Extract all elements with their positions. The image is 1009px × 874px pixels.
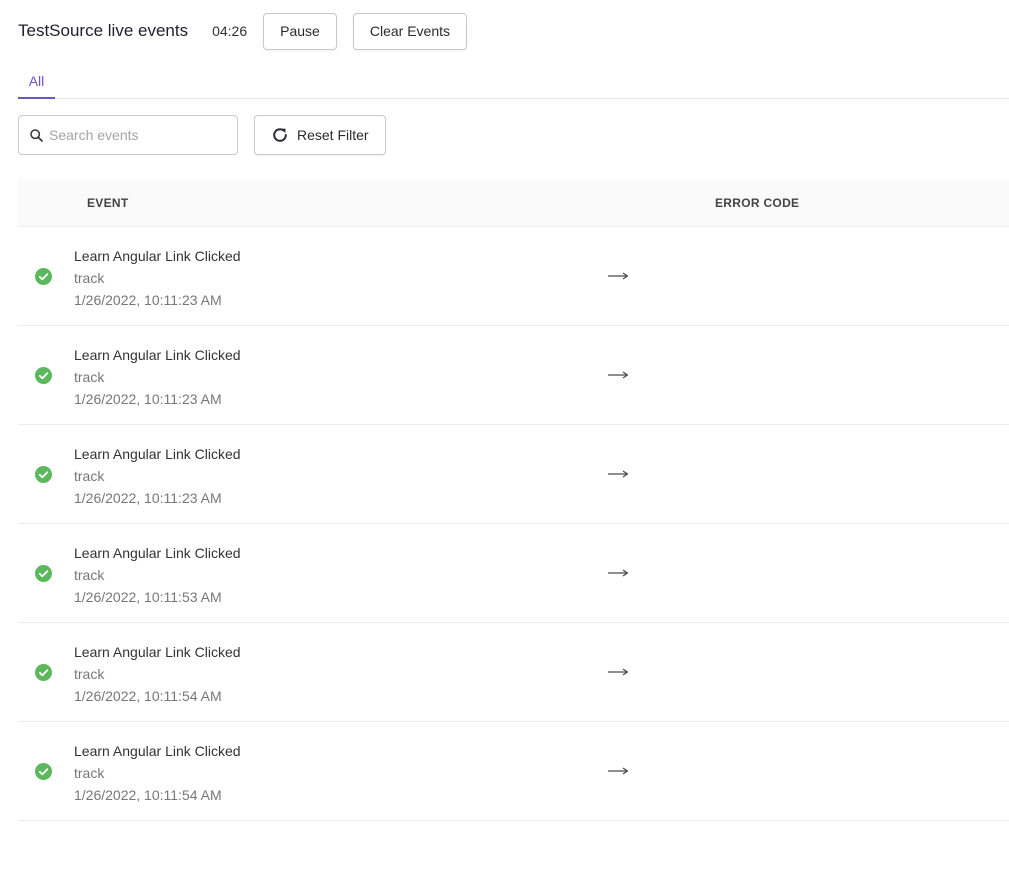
table-row[interactable]: Learn Angular Link Clicked track 1/26/20… (18, 722, 1009, 821)
table-header: EVENT ERROR CODE (18, 179, 1009, 227)
table-row[interactable]: Learn Angular Link Clicked track 1/26/20… (18, 623, 1009, 722)
event-cell: Learn Angular Link Clicked track 1/26/20… (74, 542, 241, 608)
event-timestamp: 1/26/2022, 10:11:53 AM (74, 589, 222, 605)
tab-all[interactable]: All (18, 66, 55, 99)
tab-bar: All (18, 66, 1009, 99)
search-input[interactable] (49, 127, 229, 143)
check-circle-icon (35, 367, 52, 384)
event-cell: Learn Angular Link Clicked track 1/26/20… (74, 740, 241, 806)
reset-filter-label: Reset Filter (297, 127, 369, 143)
reset-filter-button[interactable]: Reset Filter (254, 115, 386, 155)
event-cell: Learn Angular Link Clicked track 1/26/20… (74, 443, 241, 509)
event-name: Learn Angular Link Clicked (74, 347, 241, 363)
event-type: track (74, 765, 105, 781)
refresh-icon (273, 128, 287, 142)
arrow-right-icon[interactable] (607, 467, 629, 481)
event-cell: Learn Angular Link Clicked track 1/26/20… (74, 641, 241, 707)
event-timestamp: 1/26/2022, 10:11:23 AM (74, 391, 222, 407)
table-row[interactable]: Learn Angular Link Clicked track 1/26/20… (18, 524, 1009, 623)
events-table: EVENT ERROR CODE Learn Angular Link Clic… (18, 179, 1009, 821)
check-circle-icon (35, 664, 52, 681)
event-name: Learn Angular Link Clicked (74, 248, 241, 264)
event-name: Learn Angular Link Clicked (74, 644, 241, 660)
table-row[interactable]: Learn Angular Link Clicked track 1/26/20… (18, 227, 1009, 326)
event-timestamp: 1/26/2022, 10:11:54 AM (74, 787, 222, 803)
pause-button[interactable]: Pause (263, 12, 337, 50)
arrow-right-icon[interactable] (607, 665, 629, 679)
event-type: track (74, 567, 105, 583)
event-cell: Learn Angular Link Clicked track 1/26/20… (74, 245, 241, 311)
arrow-right-icon[interactable] (607, 368, 629, 382)
event-name: Learn Angular Link Clicked (74, 743, 241, 759)
column-header-error-code: ERROR CODE (715, 196, 800, 210)
page-title: TestSource live events (18, 21, 189, 40)
table-body: Learn Angular Link Clicked track 1/26/20… (18, 227, 1009, 821)
event-name: Learn Angular Link Clicked (74, 446, 241, 462)
event-timestamp: 1/26/2022, 10:11:23 AM (74, 490, 222, 506)
event-timestamp: 1/26/2022, 10:11:23 AM (74, 292, 222, 308)
column-header-event: EVENT (87, 196, 129, 210)
event-type: track (74, 468, 105, 484)
clear-events-button[interactable]: Clear Events (352, 12, 467, 50)
search-box[interactable] (18, 115, 238, 155)
event-name: Learn Angular Link Clicked (74, 545, 241, 561)
check-circle-icon (35, 565, 52, 582)
arrow-right-icon[interactable] (607, 566, 629, 580)
table-row[interactable]: Learn Angular Link Clicked track 1/26/20… (18, 326, 1009, 425)
arrow-right-icon[interactable] (607, 269, 629, 283)
search-icon (30, 128, 43, 142)
event-type: track (74, 369, 105, 385)
check-circle-icon (35, 268, 52, 285)
event-cell: Learn Angular Link Clicked track 1/26/20… (74, 344, 241, 410)
live-timer: 04:26 (212, 23, 248, 39)
table-row[interactable]: Learn Angular Link Clicked track 1/26/20… (18, 425, 1009, 524)
event-type: track (74, 270, 105, 286)
event-type: track (74, 666, 105, 682)
arrow-right-icon[interactable] (607, 764, 629, 778)
check-circle-icon (35, 763, 52, 780)
page-header: TestSource live events 04:26 Pause Clear… (18, 12, 467, 50)
check-circle-icon (35, 466, 52, 483)
event-timestamp: 1/26/2022, 10:11:54 AM (74, 688, 222, 704)
live-events-page: TestSource live events 04:26 Pause Clear… (0, 0, 1009, 874)
